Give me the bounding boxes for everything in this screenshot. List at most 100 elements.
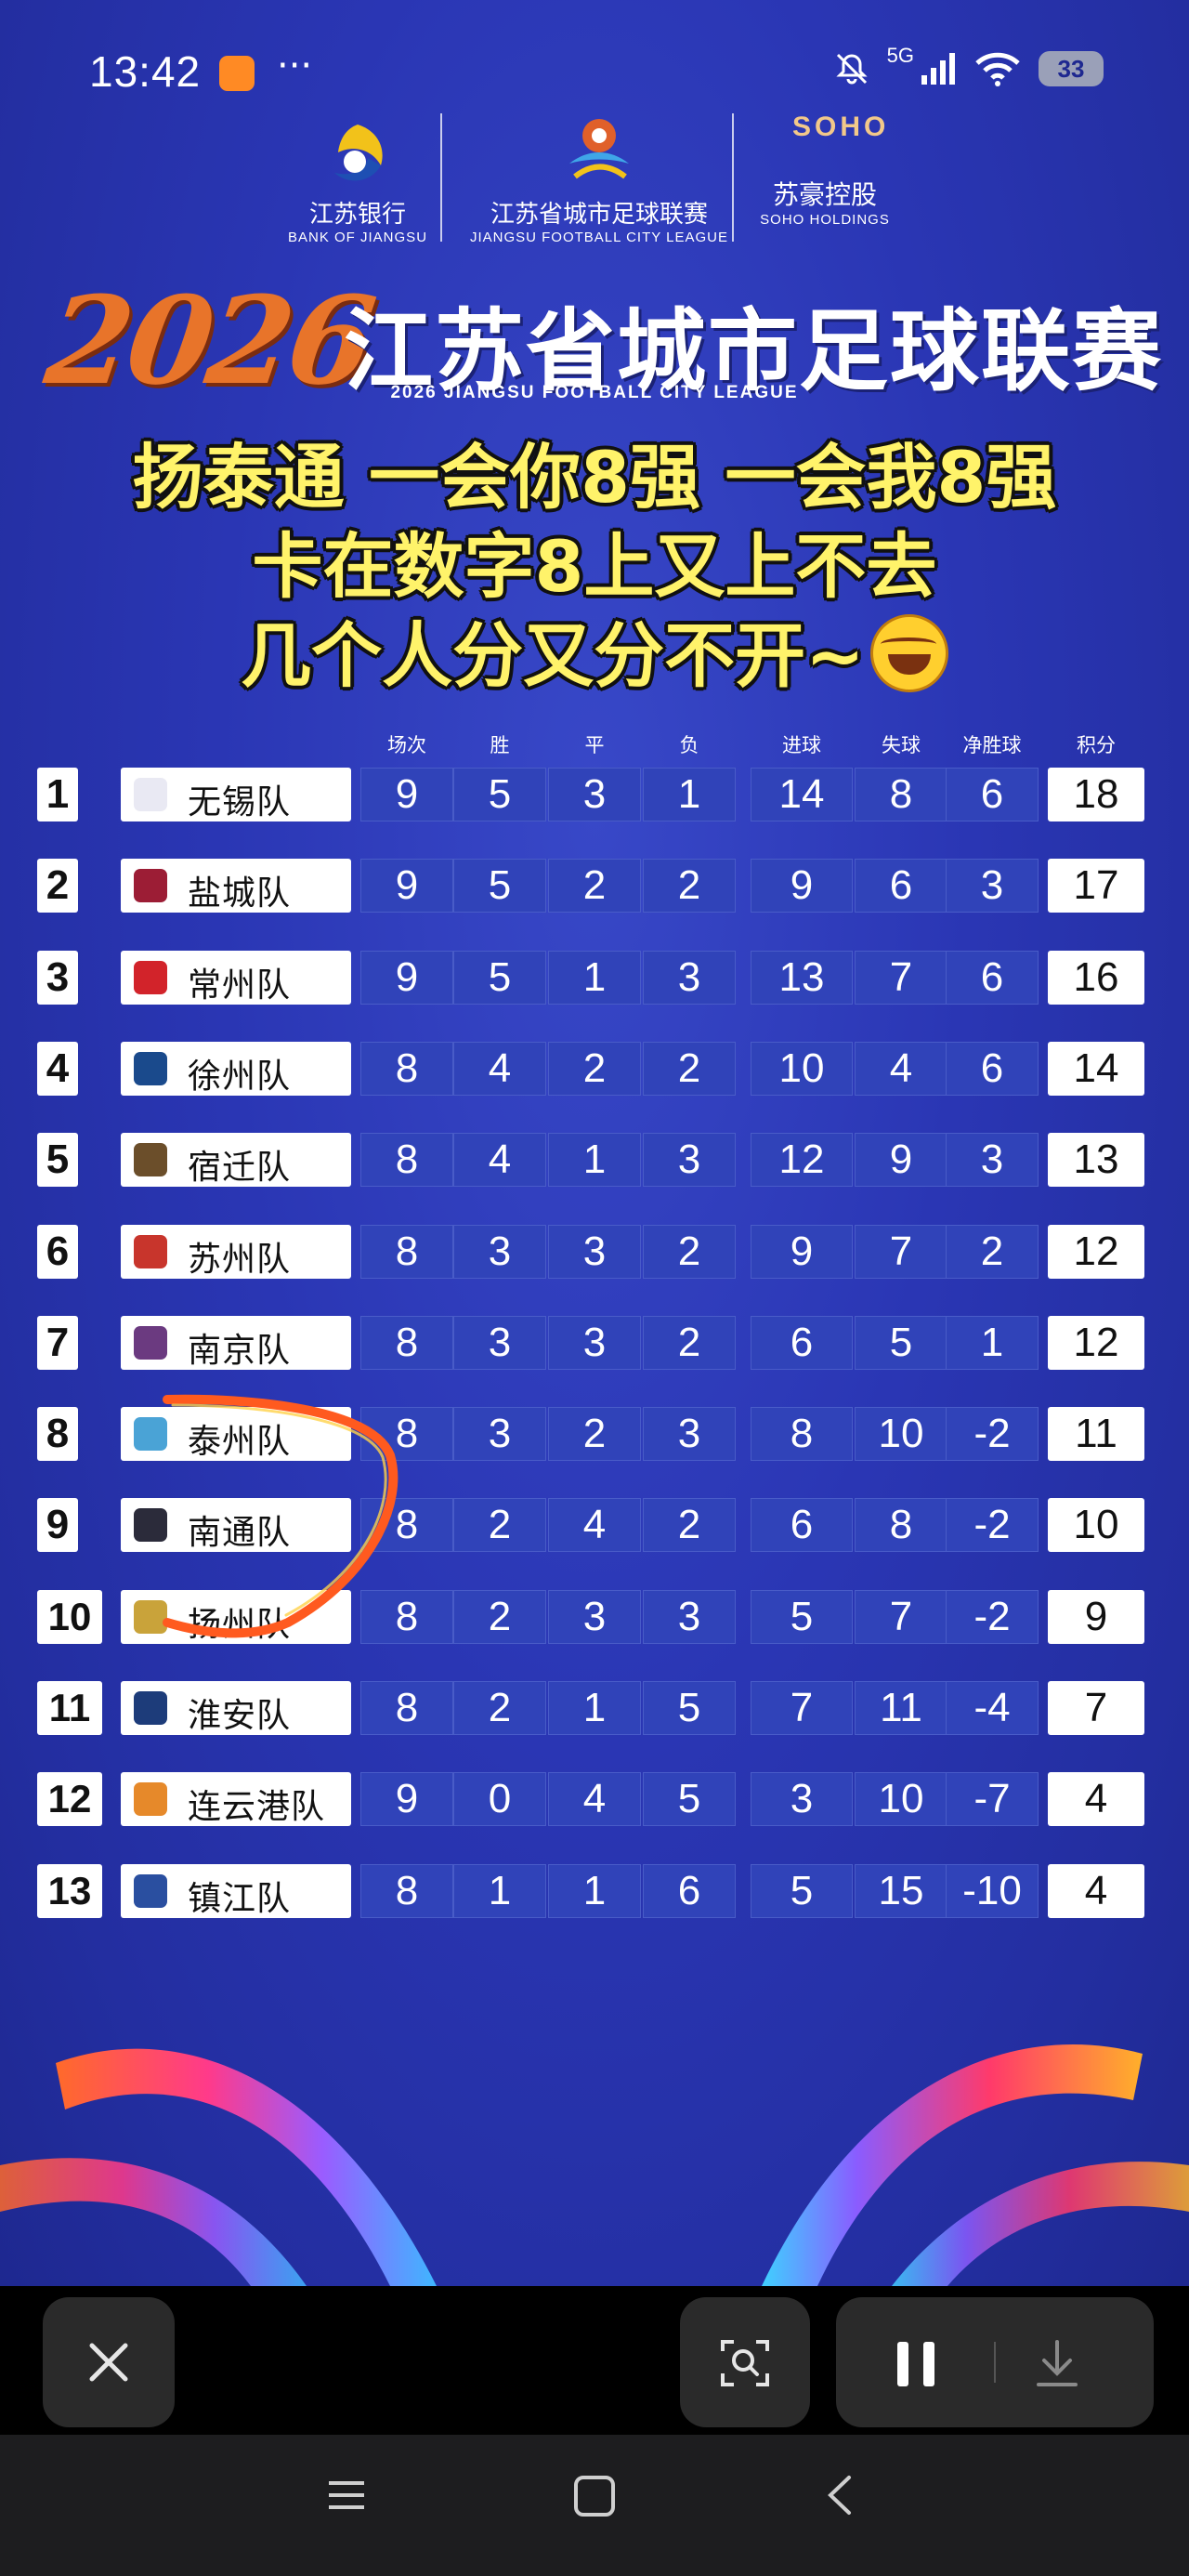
stat-cell-gd: 6 <box>946 768 1039 821</box>
rank-cell: 6 <box>37 1224 78 1279</box>
rank-cell: 11 <box>37 1681 102 1735</box>
team-name: 苏州队 <box>188 1240 292 1279</box>
download-button[interactable] <box>1031 2338 1083 2394</box>
stat-cell-gf: 6 <box>751 1498 853 1553</box>
app-notification-icon <box>219 56 255 91</box>
team-cell: 南京队 <box>121 1315 351 1370</box>
stat-cell-d: 1 <box>548 950 641 1005</box>
stat-cell-gf: 7 <box>751 1681 853 1735</box>
team-cell: 连云港队 <box>121 1772 351 1827</box>
close-button[interactable] <box>43 2297 175 2427</box>
points-cell: 4 <box>1048 1772 1144 1827</box>
stat-cell-ga: 15 <box>855 1863 947 1918</box>
table-row: 7 南京队 8 3 3 2 6 5 1 12 <box>37 1315 1152 1372</box>
stat-cell-ga: 4 <box>855 1041 947 1096</box>
caption-line-1: 扬泰通 一会你8强 一会我8强 <box>132 436 1057 519</box>
column-header: 场次 <box>387 734 426 756</box>
stat-cell-w: 2 <box>453 1589 546 1644</box>
stat-cell-gf: 6 <box>751 1315 853 1370</box>
caption-line-2: 卡在数字8上又上不去 <box>252 525 937 608</box>
team-crest-icon <box>134 1782 167 1817</box>
stat-cell-d: 3 <box>548 1315 641 1370</box>
soho-mark: SOHO <box>792 112 890 142</box>
stat-cell-d: 4 <box>548 1772 641 1827</box>
stat-cell-ga: 11 <box>855 1681 947 1735</box>
stat-cell-gf: 5 <box>751 1589 853 1644</box>
status-time: 13:42 <box>89 47 202 96</box>
team-name: 连云港队 <box>188 1788 326 1827</box>
points-cell: 12 <box>1048 1315 1144 1370</box>
poster-image: 13:42 ··· 5G 33 江苏银行 BANK OF JIANGSU 江苏省… <box>0 0 1189 2286</box>
points-cell: 9 <box>1048 1589 1144 1644</box>
team-cell: 南通队 <box>121 1498 351 1553</box>
scan-icon <box>721 2340 769 2386</box>
points-cell: 13 <box>1048 1133 1144 1188</box>
points-cell: 16 <box>1048 950 1144 1005</box>
pause-button[interactable] <box>890 2338 942 2394</box>
points-cell: 14 <box>1048 1041 1144 1096</box>
stat-cell-gd: -7 <box>946 1772 1039 1827</box>
column-header: 净胜球 <box>962 734 1022 756</box>
rank-cell: 10 <box>37 1589 102 1644</box>
rank-cell: 1 <box>37 768 78 821</box>
stat-cell-w: 5 <box>453 950 546 1005</box>
network-type: 5G <box>886 44 914 67</box>
team-name: 盐城队 <box>188 874 292 913</box>
stat-cell-w: 5 <box>453 768 546 821</box>
points-cell: 11 <box>1048 1407 1144 1462</box>
stat-cell-d: 3 <box>548 1589 641 1644</box>
stat-cell-ga: 8 <box>855 1498 947 1553</box>
stat-cell-l: 3 <box>643 1407 736 1462</box>
bank-of-jiangsu-logo: 江苏银行 BANK OF JIANGSU <box>288 121 427 245</box>
team-cell: 宿迁队 <box>121 1133 351 1188</box>
stat-cell-l: 2 <box>643 1041 736 1096</box>
stat-cell-gf: 8 <box>751 1407 853 1462</box>
stat-cell-ga: 7 <box>855 1589 947 1644</box>
scan-button[interactable] <box>680 2297 810 2427</box>
team-cell: 无锡队 <box>121 768 351 821</box>
stat-cell-l: 5 <box>643 1772 736 1827</box>
stat-cell-gf: 9 <box>751 1224 853 1279</box>
stat-cell-l: 2 <box>643 859 736 913</box>
stat-cell-gf: 10 <box>751 1041 853 1096</box>
stat-cell-gd: 3 <box>946 859 1039 913</box>
table-row: 11 淮安队 8 2 1 5 7 11 -4 7 <box>37 1681 1152 1737</box>
table-row: 12 连云港队 9 0 4 5 3 10 -7 4 <box>37 1772 1152 1828</box>
stat-cell-ga: 10 <box>855 1772 947 1827</box>
stat-cell-d: 2 <box>548 1407 641 1462</box>
stat-cell-l: 2 <box>643 1498 736 1553</box>
stat-cell-gd: 2 <box>946 1224 1039 1279</box>
pause-icon <box>897 2342 934 2386</box>
stat-cell-l: 3 <box>643 950 736 1005</box>
mute-icon <box>836 53 868 85</box>
back-button[interactable] <box>817 2472 864 2522</box>
stat-cell-played: 8 <box>360 1407 453 1462</box>
recent-apps-button[interactable] <box>323 2472 370 2522</box>
stat-cell-played: 8 <box>360 1498 453 1553</box>
stat-cell-gf: 14 <box>751 768 853 821</box>
team-crest-icon <box>134 1325 167 1360</box>
points-cell: 10 <box>1048 1498 1144 1553</box>
table-row: 8 泰州队 8 3 2 3 8 10 -2 11 <box>37 1407 1152 1463</box>
team-cell: 镇江队 <box>121 1863 351 1918</box>
caption-line-3: 几个人分又分不开~ <box>0 598 1189 701</box>
team-crest-icon <box>134 1143 167 1177</box>
column-header: 积分 <box>1077 734 1116 756</box>
stat-cell-w: 2 <box>453 1681 546 1735</box>
table-row: 9 南通队 8 2 4 2 6 8 -2 10 <box>37 1498 1152 1554</box>
download-icon <box>1037 2340 1078 2386</box>
team-name: 镇江队 <box>188 1879 292 1918</box>
points-cell: 18 <box>1048 768 1144 821</box>
table-row: 5 宿迁队 8 4 1 3 12 9 3 13 <box>37 1133 1152 1189</box>
team-name: 南通队 <box>188 1514 292 1553</box>
table-row: 13 镇江队 8 1 1 6 5 15 -10 4 <box>37 1863 1152 1920</box>
team-name: 徐州队 <box>188 1057 292 1096</box>
status-bar: 13:42 ··· 5G 33 <box>0 37 1189 112</box>
stat-cell-d: 2 <box>548 1041 641 1096</box>
stat-cell-ga: 5 <box>855 1315 947 1370</box>
bank-logo-icon <box>334 125 383 181</box>
stat-cell-ga: 7 <box>855 1224 947 1279</box>
stat-cell-gd: -2 <box>946 1407 1039 1462</box>
home-button[interactable] <box>570 2472 619 2524</box>
stat-cell-d: 3 <box>548 1224 641 1279</box>
